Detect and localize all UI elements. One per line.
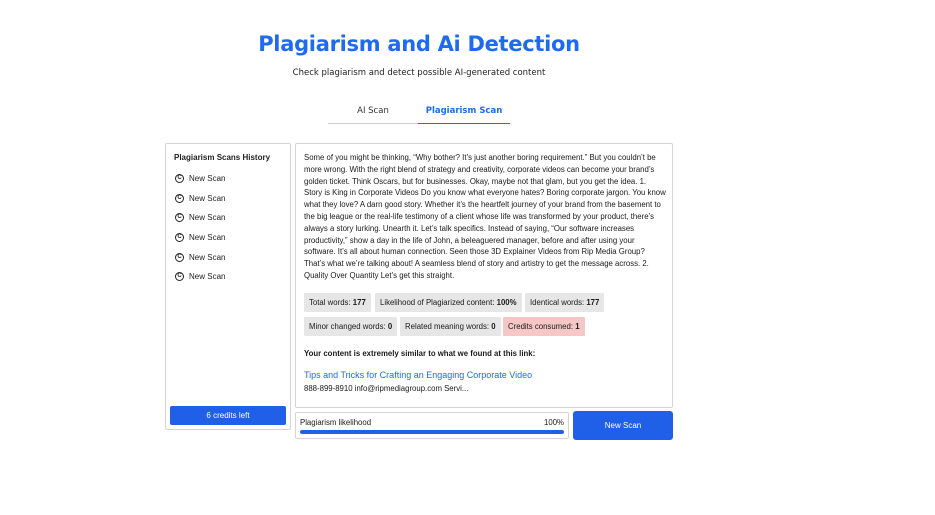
page-title: Plagiarism and Ai Detection: [258, 32, 580, 56]
tab-plagiarism-scan[interactable]: Plagiarism Scan: [418, 100, 510, 124]
tab-ai-scan[interactable]: AI Scan: [328, 100, 418, 124]
stat-likelihood: Likelihood of Plagiarized content: 100%: [375, 293, 522, 312]
copyright-icon: C: [175, 173, 184, 183]
stat-related-meaning: Related meaning words: 0: [400, 317, 501, 336]
history-item[interactable]: C New Scan: [175, 270, 225, 282]
likelihood-label: Plagiarism likelihood: [300, 418, 372, 427]
stat-credits-consumed: Credits consumed: 1: [503, 317, 585, 336]
source-link[interactable]: Tips and Tricks for Crafting an Engaging…: [304, 370, 532, 380]
likelihood-progress-track: [300, 430, 564, 434]
source-snippet: 888-899-8910 info@ripmediagroup.com Serv…: [304, 384, 469, 393]
copyright-icon: C: [175, 252, 184, 262]
stat-total-words: Total words: 177: [304, 293, 371, 312]
similar-heading: Your content is extremely similar to wha…: [304, 349, 536, 358]
history-item[interactable]: C New Scan: [175, 192, 225, 204]
credits-left-button[interactable]: 6 credits left: [170, 406, 286, 425]
copyright-icon: C: [175, 212, 184, 222]
stat-identical-words: Identical words: 177: [525, 293, 605, 312]
copyright-icon: C: [175, 193, 184, 203]
plagiarism-likelihood-box: Plagiarism likelihood 100%: [295, 412, 569, 439]
copyright-icon: C: [175, 271, 184, 281]
scan-tabs: AI Scan Plagiarism Scan: [328, 100, 510, 124]
history-item-label: New Scan: [189, 232, 226, 242]
history-item[interactable]: C New Scan: [175, 211, 225, 223]
history-item-label: New Scan: [189, 271, 226, 281]
scan-history-sidebar: Plagiarism Scans History C New Scan C Ne…: [165, 143, 291, 430]
history-item-label: New Scan: [189, 173, 226, 183]
stat-minor-changed: Minor changed words: 0: [304, 317, 398, 336]
history-item[interactable]: C New Scan: [175, 251, 225, 263]
scanned-text: Some of you might be thinking, “Why both…: [304, 153, 666, 280]
history-item[interactable]: C New Scan: [175, 231, 225, 243]
page-subtitle: Check plagiarism and detect possible AI-…: [292, 68, 546, 78]
history-item[interactable]: C New Scan: [175, 172, 225, 184]
likelihood-progress-fill: [300, 430, 564, 434]
sidebar-title: Plagiarism Scans History: [174, 153, 271, 162]
likelihood-percent: 100%: [544, 418, 564, 427]
new-scan-button[interactable]: New Scan: [573, 411, 673, 440]
scan-result-panel: Some of you might be thinking, “Why both…: [295, 143, 673, 408]
history-item-label: New Scan: [189, 252, 226, 262]
copyright-icon: C: [175, 232, 184, 242]
history-item-label: New Scan: [189, 212, 226, 222]
history-item-label: New Scan: [189, 193, 226, 203]
